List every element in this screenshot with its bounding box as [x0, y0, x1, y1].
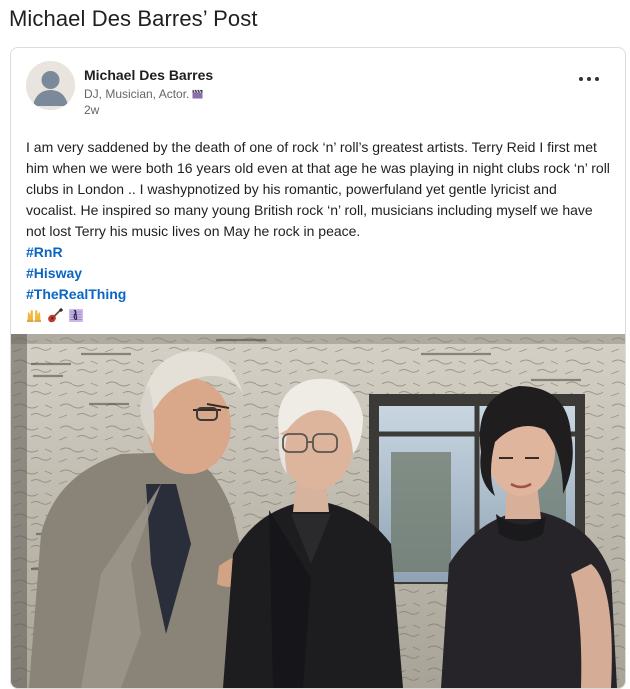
default-avatar-icon [26, 61, 75, 110]
clapper-board-icon [192, 89, 203, 99]
author-headline-row: DJ, Musician, Actor. [84, 87, 203, 101]
author-name[interactable]: Michael Des Barres [84, 67, 213, 83]
emoji-row [26, 305, 611, 326]
post-timestamp: 2w [84, 103, 100, 117]
hashtag-therealthing[interactable]: #TheRealThing [26, 284, 126, 305]
musical-score-icon [69, 309, 83, 322]
post-image[interactable] [11, 334, 625, 688]
post-card: Michael Des Barres DJ, Musician, Actor. … [10, 47, 626, 689]
photo-three-people [11, 334, 625, 688]
hashtag-rnr[interactable]: #RnR [26, 242, 63, 263]
more-options-button[interactable] [577, 70, 601, 86]
post-text: I am very saddened by the death of one o… [26, 139, 610, 239]
author-headline: DJ, Musician, Actor. [84, 87, 190, 101]
hashtag-hisway[interactable]: #Hisway [26, 263, 82, 284]
page-title: Michael Des Barres’ Post [9, 6, 258, 31]
avatar[interactable] [26, 61, 75, 110]
guitar-icon [48, 308, 63, 323]
post-body: I am very saddened by the death of one o… [26, 137, 611, 326]
raising-hands-icon [27, 310, 41, 322]
